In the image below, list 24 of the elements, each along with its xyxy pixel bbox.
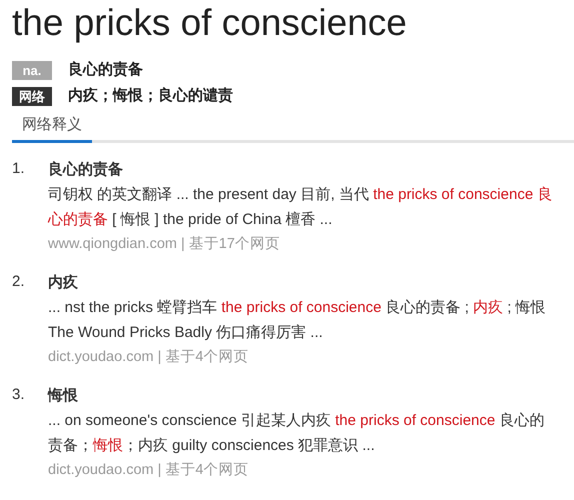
source-link[interactable]: dict.youdao.com <box>48 345 154 370</box>
list-number: 3. <box>12 385 26 406</box>
snippet-text: ... on someone's conscience 引起某人内疚 the pricks of conscience 良心的责备；悔恨；内疚 guilty consciences 犯罪意识 ... <box>48 411 546 456</box>
tab[interactable]: 网络释义 <box>12 114 92 144</box>
meaning: 良心的责备 <box>68 60 143 80</box>
entry-term: 悔恨 <box>48 386 79 406</box>
source-link[interactable]: www.qiongdian.com <box>48 232 177 256</box>
source-link[interactable]: dict.youdao.com <box>48 458 154 482</box>
separator-text: | <box>180 235 185 254</box>
headword: the pricks of conscience <box>12 4 408 43</box>
separator-text: | <box>158 461 162 480</box>
part-of-speech-tag: 网络 <box>12 87 52 106</box>
page-count: 基于17个网页 <box>188 235 280 254</box>
part-of-speech-tag: na. <box>12 60 52 80</box>
list-number: 1. <box>12 159 26 180</box>
meaning: 内疚；悔恨；良心的谴责 <box>68 86 233 106</box>
snippet-text: 司钥权 的英文翻译 ... the present day 目前, 当代 the pricks of conscience 良心的责备 [ 悔恨 ] the pride of China 檀香 ... <box>48 185 554 230</box>
snippet-text: ... nst the pricks 螳臂挡车 the pricks of conscience 良心的责备 ; 内疚 ; 悔恨 The Wound Pricks Badly 伤口痛得厉害 ... <box>48 298 547 344</box>
page-count: 基于4个网页 <box>165 461 248 480</box>
entry-term: 良心的责备 <box>48 160 124 180</box>
entry-term: 内疚 <box>48 273 79 294</box>
page-count: 基于4个网页 <box>165 348 248 368</box>
separator-text: | <box>158 348 162 368</box>
list-number: 2. <box>12 272 26 292</box>
